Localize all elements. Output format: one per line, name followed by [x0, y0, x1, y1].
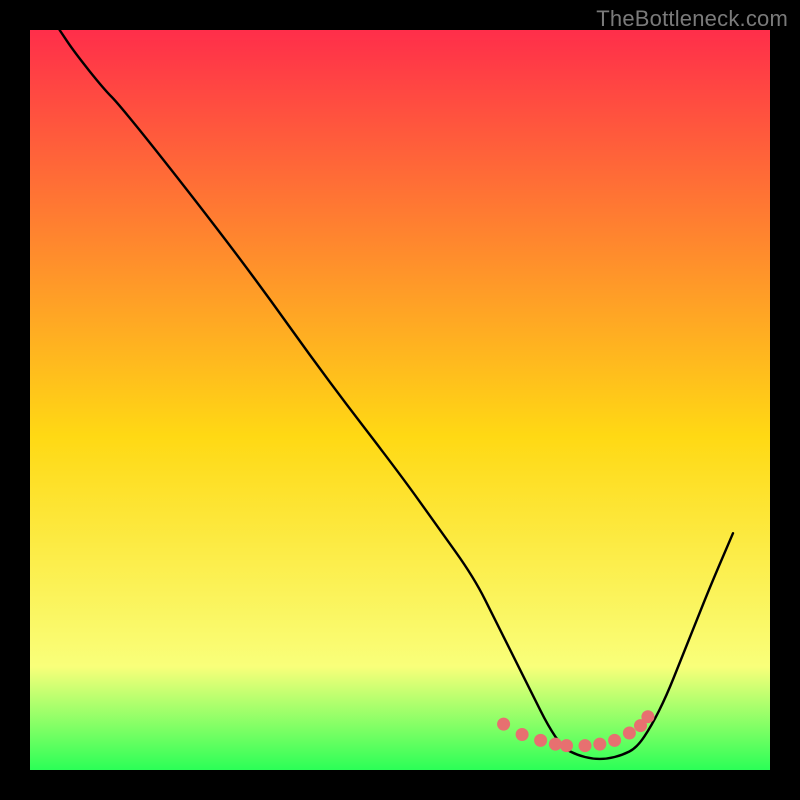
dot [497, 718, 510, 731]
plot-area [30, 30, 770, 770]
dot [516, 728, 529, 741]
dot [534, 734, 547, 747]
dot [593, 738, 606, 751]
dot [560, 739, 573, 752]
dot [623, 727, 636, 740]
watermark-text: TheBottleneck.com [596, 6, 788, 32]
dot [641, 710, 654, 723]
bottleneck-chart [30, 30, 770, 770]
chart-frame: TheBottleneck.com [0, 0, 800, 800]
dot [579, 739, 592, 752]
dot [549, 738, 562, 751]
gradient-bg [30, 30, 770, 770]
dot [608, 734, 621, 747]
